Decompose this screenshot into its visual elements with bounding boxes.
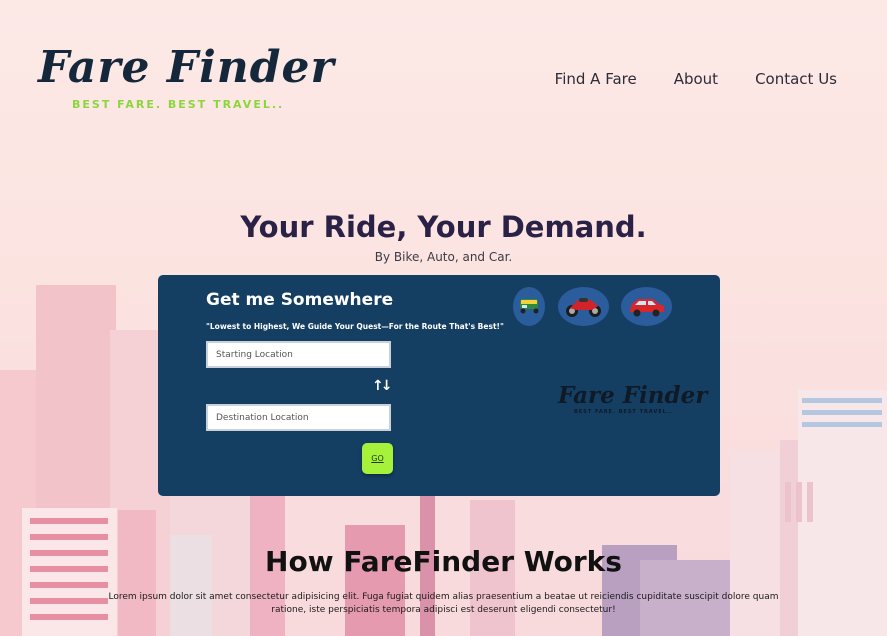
- motorbike-option[interactable]: [558, 287, 609, 326]
- hero-title: Your Ride, Your Demand.: [240, 210, 647, 244]
- nav-about[interactable]: About: [674, 70, 718, 88]
- hero-subtitle: By Bike, Auto, and Car.: [374, 250, 513, 264]
- brand-name: Fare Finder: [38, 42, 335, 93]
- how-it-works-text: Lorem ipsum dolor sit amet consectetur a…: [108, 592, 779, 615]
- booking-title: Get me Somewhere: [206, 290, 394, 310]
- brand-logo[interactable]: Fare Finder BEST FARE. BEST TRAVEL..: [38, 42, 335, 112]
- nav-contact-us[interactable]: Contact Us: [755, 70, 837, 88]
- how-it-works-title: How FareFinder Works: [265, 545, 622, 578]
- brand-tagline: BEST FARE. BEST TRAVEL..: [72, 98, 285, 111]
- swap-vertical-icon[interactable]: ↑↓: [372, 378, 393, 394]
- starting-location-input[interactable]: [206, 341, 391, 368]
- auto-rickshaw-option[interactable]: [513, 287, 545, 326]
- panel-logo-name: Fare Finder: [558, 382, 708, 409]
- go-button[interactable]: GO: [362, 443, 393, 474]
- main-nav: Find A Fare About Contact Us: [555, 70, 837, 88]
- car-icon: [630, 299, 664, 317]
- panel-logo-tagline: BEST FARE. BEST TRAVEL..: [574, 409, 673, 415]
- nav-find-a-fare[interactable]: Find A Fare: [555, 70, 637, 88]
- motorbike-icon: [566, 298, 601, 317]
- panel-logo: Fare Finder BEST FARE. BEST TRAVEL..: [558, 382, 708, 416]
- auto-rickshaw-icon: [520, 299, 539, 314]
- destination-location-input[interactable]: [206, 404, 391, 431]
- car-option[interactable]: [621, 287, 672, 326]
- booking-quote: "Lowest to Highest, We Guide Your Quest—…: [206, 322, 504, 331]
- booking-panel: Get me Somewhere "Lowest to Highest, We …: [158, 275, 720, 496]
